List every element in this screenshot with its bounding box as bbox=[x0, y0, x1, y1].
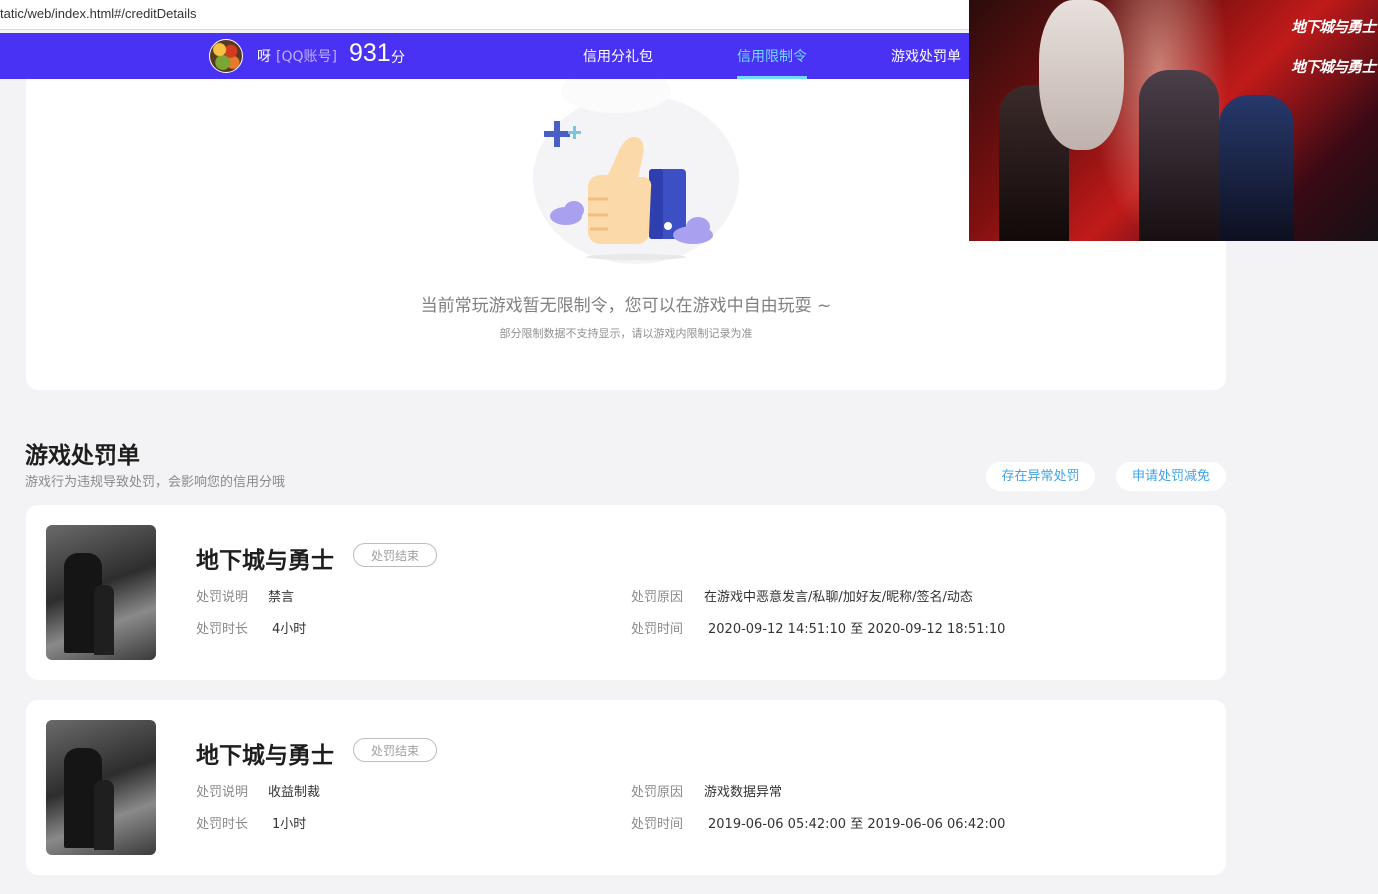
duration-value: 1小时 bbox=[272, 817, 307, 832]
apply-reduction-button[interactable]: 申请处罚减免 bbox=[1116, 462, 1226, 491]
desc-label: 处罚说明 bbox=[196, 785, 249, 800]
ad-character bbox=[1139, 70, 1219, 241]
section-subtitle: 游戏行为违规导致处罚，会影响您的信用分哦 bbox=[25, 475, 286, 490]
desc-label: 处罚说明 bbox=[196, 590, 249, 605]
reason-label: 处罚原因 bbox=[631, 785, 684, 800]
thumb-tower-small bbox=[94, 780, 114, 850]
ad-character bbox=[1219, 95, 1294, 241]
game-name: 地下城与勇士 bbox=[196, 743, 334, 769]
penalty-card[interactable]: 地下城与勇士 处罚结束 处罚说明 收益制裁 处罚时长 1小时 处罚原因 游戏数据… bbox=[26, 700, 1226, 875]
desc-value: 收益制裁 bbox=[268, 785, 321, 800]
time-value: 2019-06-06 05:42:00 至 2019-06-06 06:42:0… bbox=[708, 817, 1006, 832]
tab-game-penalty[interactable]: 游戏处罚单 bbox=[891, 46, 961, 66]
account-type: [QQ账号] bbox=[276, 49, 337, 65]
game-thumbnail bbox=[46, 525, 156, 660]
ad-logo: 地下城与勇士 bbox=[1291, 18, 1376, 36]
ad-character bbox=[1039, 0, 1124, 150]
user-name: 呀 bbox=[257, 49, 271, 65]
time-value: 2020-09-12 14:51:10 至 2020-09-12 18:51:1… bbox=[708, 622, 1006, 637]
tab-credit-restriction[interactable]: 信用限制令 bbox=[737, 46, 807, 66]
time-label: 处罚时间 bbox=[631, 622, 684, 637]
credit-score: 931 bbox=[349, 39, 391, 67]
reason-label: 处罚原因 bbox=[631, 590, 684, 605]
thumb-tower-small bbox=[94, 585, 114, 655]
status-badge: 处罚结束 bbox=[353, 543, 437, 567]
empty-state-title: 当前常玩游戏暂无限制令，您可以在游戏中自由玩耍 ~ bbox=[420, 296, 832, 316]
ad-logo: 地下城与勇士 bbox=[1291, 58, 1376, 76]
reason-value: 在游戏中恶意发言/私聊/加好友/昵称/签名/动态 bbox=[704, 590, 973, 605]
abnormal-penalty-button[interactable]: 存在异常处罚 bbox=[986, 462, 1095, 491]
game-name: 地下城与勇士 bbox=[196, 548, 334, 574]
desc-value: 禁言 bbox=[268, 590, 295, 605]
thumbs-up-icon bbox=[533, 79, 739, 264]
tab-credit-gift[interactable]: 信用分礼包 bbox=[583, 46, 653, 66]
url-text[interactable]: tatic/web/index.html#/creditDetails bbox=[0, 6, 197, 21]
empty-state-subtitle: 部分限制数据不支持显示，请以游戏内限制记录为准 bbox=[499, 327, 753, 340]
penalty-card[interactable]: 地下城与勇士 处罚结束 处罚说明 禁言 处罚时长 4小时 处罚原因 在游戏中恶意… bbox=[26, 505, 1226, 680]
duration-label: 处罚时长 bbox=[196, 817, 249, 832]
section-title: 游戏处罚单 bbox=[25, 443, 140, 469]
reason-value: 游戏数据异常 bbox=[704, 785, 783, 800]
status-badge: 处罚结束 bbox=[353, 738, 437, 762]
score-unit: 分 bbox=[391, 50, 405, 66]
duration-label: 处罚时长 bbox=[196, 622, 249, 637]
game-ad-overlay[interactable]: 地下城与勇士 地下城与勇士 bbox=[969, 0, 1378, 241]
duration-value: 4小时 bbox=[272, 622, 307, 637]
time-label: 处罚时间 bbox=[631, 817, 684, 832]
avatar[interactable] bbox=[209, 39, 243, 73]
game-thumbnail bbox=[46, 720, 156, 855]
